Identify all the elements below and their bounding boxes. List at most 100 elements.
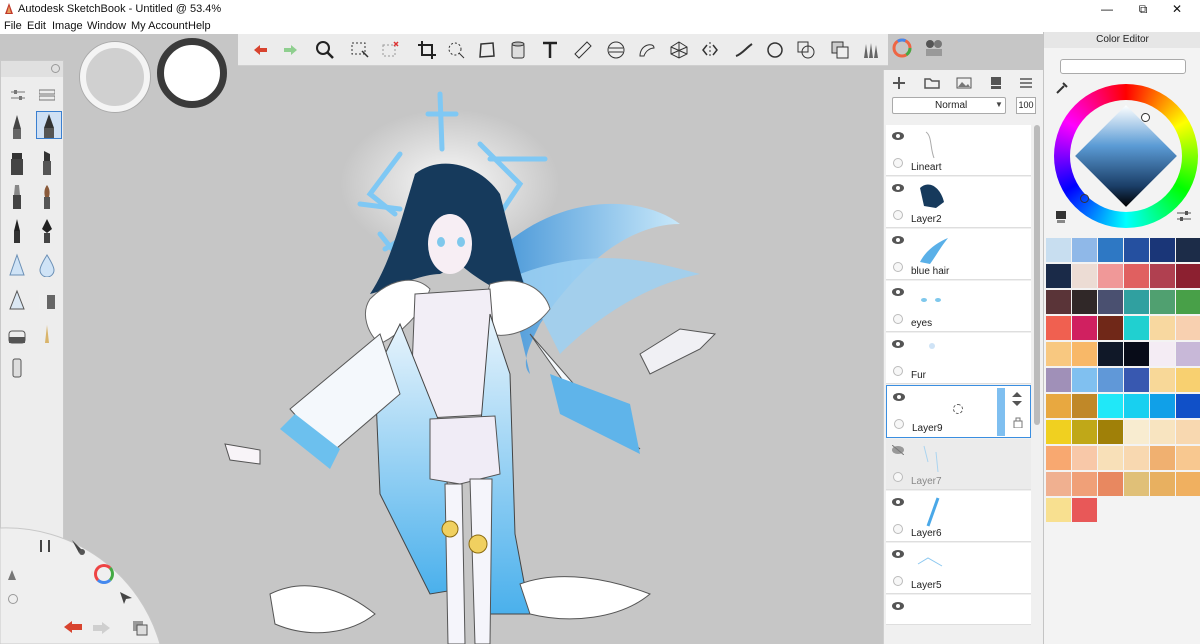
color-swatch[interactable] — [1176, 290, 1200, 314]
layer-row[interactable]: eyes — [886, 281, 1031, 332]
brush-set-icon[interactable] — [38, 89, 56, 101]
color-swatch[interactable] — [1124, 264, 1149, 288]
puck-layers-icon[interactable] — [132, 620, 148, 636]
layer-row[interactable]: Fur — [886, 333, 1031, 384]
visibility-eye-icon[interactable] — [892, 497, 904, 507]
color-swatch[interactable] — [1098, 420, 1123, 444]
layer-lock-dot[interactable] — [893, 210, 903, 220]
color-swatch[interactable] — [1046, 290, 1071, 314]
menu-window[interactable]: Window — [87, 20, 126, 32]
lock-icon[interactable] — [1013, 416, 1023, 429]
color-swatch[interactable] — [1124, 316, 1149, 340]
layer-lock-dot[interactable] — [893, 314, 903, 324]
color-swatch[interactable] — [1046, 394, 1071, 418]
color-swatch[interactable] — [1072, 342, 1097, 366]
color-swatch[interactable] — [1072, 290, 1097, 314]
layer-lock-dot[interactable] — [893, 524, 903, 534]
color-swatch[interactable] — [1072, 498, 1097, 522]
visibility-eye-icon[interactable] — [892, 287, 904, 297]
hex-input[interactable] — [1060, 59, 1186, 74]
color-swatch[interactable] — [1124, 420, 1149, 444]
layer-row[interactable]: Layer7 — [886, 439, 1031, 490]
color-swatch[interactable] — [1124, 238, 1149, 262]
fine-pen-icon[interactable] — [6, 217, 28, 243]
layer-row[interactable]: Layer2 — [886, 177, 1031, 228]
color-swatch[interactable] — [1072, 420, 1097, 444]
color-swatch[interactable] — [1124, 394, 1149, 418]
color-swatch[interactable] — [1098, 342, 1123, 366]
shape-icon[interactable] — [794, 38, 818, 62]
add-group-icon[interactable] — [924, 77, 940, 89]
color-swatch[interactable] — [1098, 290, 1123, 314]
layer-row[interactable]: blue hair — [886, 229, 1031, 280]
visibility-eye-icon[interactable] — [892, 183, 904, 193]
visibility-eye-icon[interactable] — [892, 339, 904, 349]
brush-quick-icon[interactable] — [70, 538, 86, 556]
color-swatch[interactable] — [1150, 238, 1175, 262]
opacity-field[interactable]: 100 — [1016, 97, 1036, 114]
color-swatch[interactable] — [1072, 316, 1097, 340]
layer-menu-icon[interactable] — [1020, 77, 1032, 89]
color-swatch[interactable] — [1150, 316, 1175, 340]
cursor-icon[interactable] — [118, 590, 134, 606]
pause-icon[interactable] — [40, 540, 50, 552]
crop-select-icon[interactable] — [378, 38, 402, 62]
color-swatch[interactable] — [1150, 446, 1175, 470]
canvas-color-icon[interactable] — [1054, 209, 1068, 223]
brush-palette-header[interactable] — [1, 61, 63, 77]
layer-lock-dot[interactable] — [893, 158, 903, 168]
paintbrush-icon[interactable] — [36, 183, 58, 209]
layer-lock-dot[interactable] — [893, 366, 903, 376]
layer-row[interactable]: Layer6 — [886, 491, 1031, 542]
brush-library-icon[interactable] — [858, 38, 882, 62]
symmetry-icon[interactable] — [698, 38, 722, 62]
layer-row[interactable]: Lineart — [886, 125, 1031, 176]
color-swatch[interactable] — [1046, 472, 1071, 496]
pen-puck-icon[interactable] — [6, 570, 18, 582]
hue-marker[interactable] — [1141, 113, 1150, 122]
color-swatch[interactable] — [1046, 238, 1071, 262]
menu-image[interactable]: Image — [52, 20, 83, 32]
color-swatch[interactable] — [1176, 472, 1200, 496]
color-swatch[interactable] — [1176, 342, 1200, 366]
color-marker[interactable] — [1080, 194, 1089, 203]
blend-mode-select[interactable]: Normal ▼ — [892, 97, 1006, 114]
soft-eraser-icon[interactable] — [6, 319, 28, 345]
puck-redo-icon[interactable] — [90, 620, 114, 636]
undo-icon[interactable] — [248, 38, 272, 62]
color-swatch[interactable] — [1046, 420, 1071, 444]
text-icon[interactable] — [538, 38, 562, 62]
color-swatch[interactable] — [1098, 446, 1123, 470]
layer-row-selected[interactable]: Layer9 — [886, 385, 1031, 438]
color-swatch[interactable] — [1072, 368, 1097, 392]
layers-editor-icon[interactable] — [828, 38, 852, 62]
layer-row[interactable] — [886, 595, 1031, 625]
triangle-brush-icon[interactable] — [6, 285, 28, 311]
lasso-icon[interactable] — [444, 38, 468, 62]
color-swatch[interactable] — [1046, 316, 1071, 340]
color-editor-header[interactable]: Color Editor — [1044, 32, 1200, 48]
color-puck-icon[interactable] — [94, 564, 114, 584]
close-palette-icon[interactable] — [51, 64, 60, 73]
nib-pen-icon[interactable] — [36, 217, 58, 243]
transform-icon[interactable] — [475, 38, 499, 62]
pastel-brush-icon[interactable] — [36, 319, 58, 345]
visibility-eye-icon[interactable] — [892, 549, 904, 559]
select-icon[interactable] — [348, 38, 372, 62]
blur-icon[interactable] — [36, 251, 58, 277]
french-curve-icon[interactable] — [635, 38, 659, 62]
color-swatch[interactable] — [1176, 368, 1200, 392]
color-swatch[interactable] — [1176, 394, 1200, 418]
color-swatch[interactable] — [1072, 472, 1097, 496]
brush-size-puck[interactable] — [80, 42, 150, 112]
color-swatch[interactable] — [1124, 446, 1149, 470]
pencil-brush-icon[interactable] — [6, 113, 28, 139]
visibility-eye-icon[interactable] — [892, 601, 904, 611]
add-image-icon[interactable] — [956, 77, 972, 89]
move-layer-icon[interactable] — [1011, 392, 1023, 406]
color-wheel-icon[interactable] — [890, 36, 914, 60]
color-settings-icon[interactable] — [1177, 210, 1191, 222]
color-swatch[interactable] — [1176, 264, 1200, 288]
color-swatch[interactable] — [1124, 472, 1149, 496]
color-swatch[interactable] — [1072, 264, 1097, 288]
